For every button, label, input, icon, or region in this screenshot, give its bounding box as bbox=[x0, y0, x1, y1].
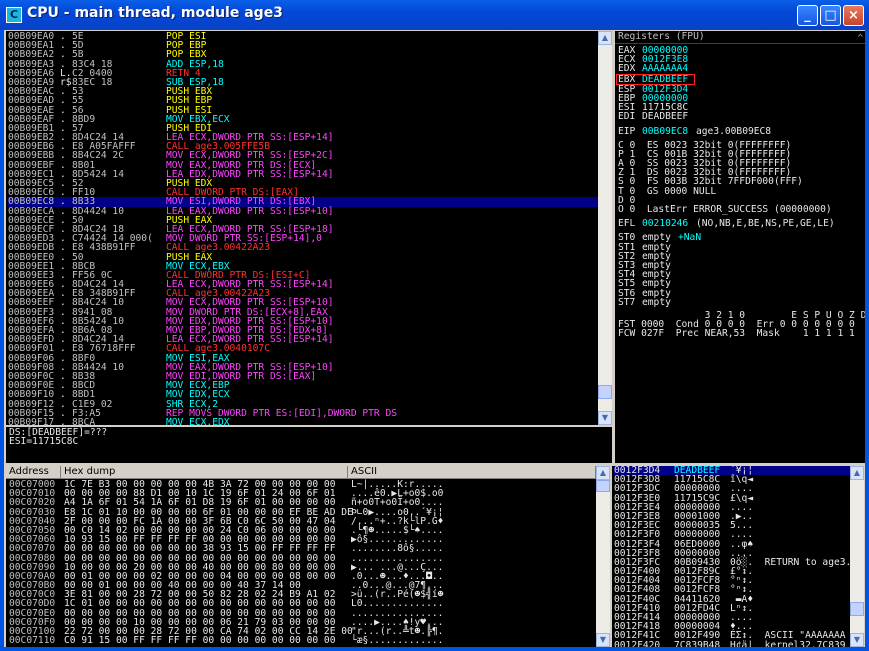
disasm-row[interactable]: 00B09EAC. 53 PUSH EBX bbox=[8, 87, 598, 97]
stack-listing[interactable]: 0012F3D4 DEADBEEF ´¥¡¦ 0012F3D8 11715C8C î\q◄… bbox=[614, 466, 850, 647]
cpu-client-area: 00B09EA0. 5E POP ESI 00B09EA1. 5D POP EBP 00B0… bbox=[4, 30, 865, 647]
disasm-row[interactable]: 00B09EA9 r$ 83EC 18 SUB ESP,18 bbox=[8, 78, 598, 88]
disasm-hex: 8BCA bbox=[72, 416, 96, 425]
register-value: empty bbox=[642, 296, 671, 308]
register-comment: +NaN bbox=[678, 232, 702, 244]
disasm-row[interactable]: 00B09F17. 8BCA MOV ECX,EDX bbox=[8, 416, 598, 425]
register-value: DEADBEEF bbox=[642, 111, 689, 123]
disasm-row[interactable]: 00B09EC5. 52 PUSH EDX bbox=[8, 179, 598, 189]
disasm-row[interactable]: 00B09EA0. 5E POP ESI bbox=[8, 32, 598, 42]
scroll-down-icon[interactable]: ▼ bbox=[850, 633, 864, 647]
register-name: EDX bbox=[618, 63, 636, 75]
dump-header-address[interactable]: Address bbox=[6, 466, 61, 479]
register-name: EIP bbox=[618, 125, 636, 137]
dump-header-hex[interactable]: Hex dump bbox=[61, 466, 348, 479]
scroll-up-icon[interactable]: ▲ bbox=[850, 466, 864, 480]
scroll-thumb[interactable] bbox=[598, 385, 612, 399]
fpu-register[interactable]: ST7 empty bbox=[618, 296, 863, 308]
disasm-row[interactable]: 00B09EE0. 50 PUSH EAX bbox=[8, 252, 598, 262]
disasm-row[interactable]: 00B09ECA. 8D4424 10 LEA EAX,DWORD PTR SS:[… bbox=[8, 206, 598, 216]
disasm-row[interactable]: 00B09EAE. 56 PUSH ESI bbox=[8, 105, 598, 115]
disasm-row[interactable]: 00B09EC1. 8D5424 14 LEA EDX,DWORD PTR SS:[… bbox=[8, 169, 598, 179]
dump-ascii: └æ§............. bbox=[351, 635, 444, 647]
window-title: CPU - main thread, module age3 bbox=[27, 5, 283, 21]
disasm-row[interactable]: 00B09F01. E8 76718FFF CALL age3.0040107C bbox=[8, 344, 598, 354]
register-name: ST7 bbox=[618, 296, 636, 308]
register-edi[interactable]: EDI DEADBEEF bbox=[618, 111, 863, 123]
register-edx[interactable]: EDX AAAAAAA4 bbox=[618, 63, 863, 75]
stack-scrollbar[interactable]: ▲ ▼ bbox=[850, 466, 864, 647]
dump-scrollbar[interactable]: ▲ ▼ bbox=[596, 466, 610, 647]
register-name: EDI bbox=[618, 111, 636, 123]
scroll-down-icon[interactable]: ▼ bbox=[598, 411, 612, 425]
stack-pane[interactable]: 0012F3D4 DEADBEEF ´¥¡¦ 0012F3D8 11715C8C î\q◄… bbox=[612, 466, 850, 647]
stack-address: 0012F420 bbox=[614, 639, 661, 647]
registers-arrow-icon[interactable]: ^ bbox=[857, 33, 864, 42]
maximize-button[interactable]: □ bbox=[820, 5, 841, 26]
scroll-thumb[interactable] bbox=[850, 602, 864, 616]
registers-listing[interactable]: EAX 00000000 ECX 0012F3E8 EDX AAAAAAA4 EBX DEAD… bbox=[616, 46, 865, 340]
stack-value: 7C839B48 bbox=[674, 639, 721, 647]
disassembly-listing[interactable]: 00B09EA0. 5E POP ESI 00B09EA1. 5D POP EBP 00B0… bbox=[8, 32, 598, 425]
flag-row[interactable]: T 0 GS 0000 NULL bbox=[618, 186, 863, 196]
register-value: AAAAAAA4 bbox=[642, 63, 689, 75]
disasm-marker: . bbox=[60, 416, 66, 425]
stack-row[interactable]: 0012F420 7C839B48 H¢ä| kernel32.7C839 bbox=[614, 639, 850, 647]
disasm-row[interactable]: 00B09EAD. 55 PUSH EBP bbox=[8, 96, 598, 106]
disasm-row[interactable]: 00B09F0E. 8BCD MOV ECX,EBP bbox=[8, 381, 598, 391]
register-efl[interactable]: EFL 00210246 (NO,NB,E,BE,NS,PE,GE,LE) bbox=[618, 218, 863, 230]
dump-row[interactable]: 00C07110 C0 91 15 00 FF FF FF FF 00 00 00… bbox=[9, 635, 594, 647]
stack-comment: H¢ä| kernel32.7C839 bbox=[730, 639, 846, 647]
register-name: EBX bbox=[618, 73, 636, 85]
disassembly-scrollbar[interactable]: ▲ ▼ bbox=[598, 31, 612, 425]
dump-hex: C0 91 15 00 FF FF FF FF 00 00 00 00 00 0… bbox=[64, 635, 336, 647]
register-value: DEADBEEF bbox=[642, 73, 689, 85]
scroll-up-icon[interactable]: ▲ bbox=[596, 466, 610, 480]
disasm-row[interactable]: 00B09EAF. 8BD9 MOV EBX,ECX bbox=[8, 114, 598, 124]
flag-text: O 0 LastErr ERROR_SUCCESS (00000000) bbox=[618, 204, 832, 215]
register-value: 00210246 bbox=[642, 218, 689, 230]
disasm-row[interactable]: 00B09F15. F3:A5 REP MOVS DWORD PTR ES:[EDI… bbox=[8, 408, 598, 418]
register-comment: age3.00B09EC8 bbox=[696, 125, 772, 137]
scroll-down-icon[interactable]: ▼ bbox=[596, 633, 610, 647]
fpu-control-text: FCW 027F Prec NEAR,53 Mask 1 1 1 1 1 bbox=[618, 328, 855, 340]
info-line-2: ESI=11715C8C bbox=[9, 436, 79, 447]
close-button[interactable]: × bbox=[843, 5, 864, 26]
info-pane: DS:[DEADBEEF]=??? ESI=11715C8C bbox=[6, 427, 612, 463]
register-name: EFL bbox=[618, 218, 636, 230]
register-eip[interactable]: EIP 00B09EC8 age3.00B09EC8 bbox=[618, 125, 863, 137]
title-bar[interactable]: C CPU - main thread, module age3 _ □ × bbox=[0, 0, 869, 30]
disassembly-pane[interactable]: 00B09EA0. 5E POP ESI 00B09EA1. 5D POP EBP 00B0… bbox=[6, 31, 598, 425]
fpu-control[interactable]: FCW 027F Prec NEAR,53 Mask 1 1 1 1 1 bbox=[618, 328, 863, 340]
dump-pane[interactable]: Address Hex dump ASCII 00C07000 1C 7E B3 … bbox=[6, 466, 596, 647]
dump-listing[interactable]: 00C07000 1C 7E B3 00 00 00 00 00 4B 3A 72… bbox=[9, 480, 594, 647]
register-comment: (NO,NB,E,BE,NS,PE,GE,LE) bbox=[696, 218, 835, 230]
disasm-address: 00B09F17 bbox=[8, 416, 55, 425]
disasm-row[interactable]: 00B09EA1. 5D POP EBP bbox=[8, 41, 598, 51]
disasm-row[interactable]: 00B09F0C. 8B38 MOV EDI,DWORD PTR DS:[EAX] bbox=[8, 372, 598, 382]
registers-title: Registers (FPU) bbox=[615, 31, 865, 44]
dump-address: 00C07110 bbox=[9, 635, 56, 647]
flag-row[interactable]: O 0 LastErr ERROR_SUCCESS (00000000) bbox=[618, 204, 863, 215]
scroll-thumb[interactable] bbox=[596, 480, 610, 492]
cpu-app-icon: C bbox=[6, 7, 22, 23]
dump-header-ascii[interactable]: ASCII bbox=[348, 466, 596, 479]
disasm-instruction: MOV ECX,EDX bbox=[166, 416, 230, 425]
registers-pane[interactable]: Registers (FPU) ^ EAX 00000000 ECX 0012F3E8… bbox=[615, 31, 865, 463]
scroll-up-icon[interactable]: ▲ bbox=[598, 31, 612, 45]
debugger-window: C CPU - main thread, module age3 _ □ × 0… bbox=[0, 0, 869, 651]
disasm-row[interactable]: 00B09EDB. E8 438B91FF CALL age3.00422A23 bbox=[8, 243, 598, 253]
minimize-button[interactable]: _ bbox=[797, 5, 818, 26]
register-value: 00B09EC8 bbox=[642, 125, 689, 137]
